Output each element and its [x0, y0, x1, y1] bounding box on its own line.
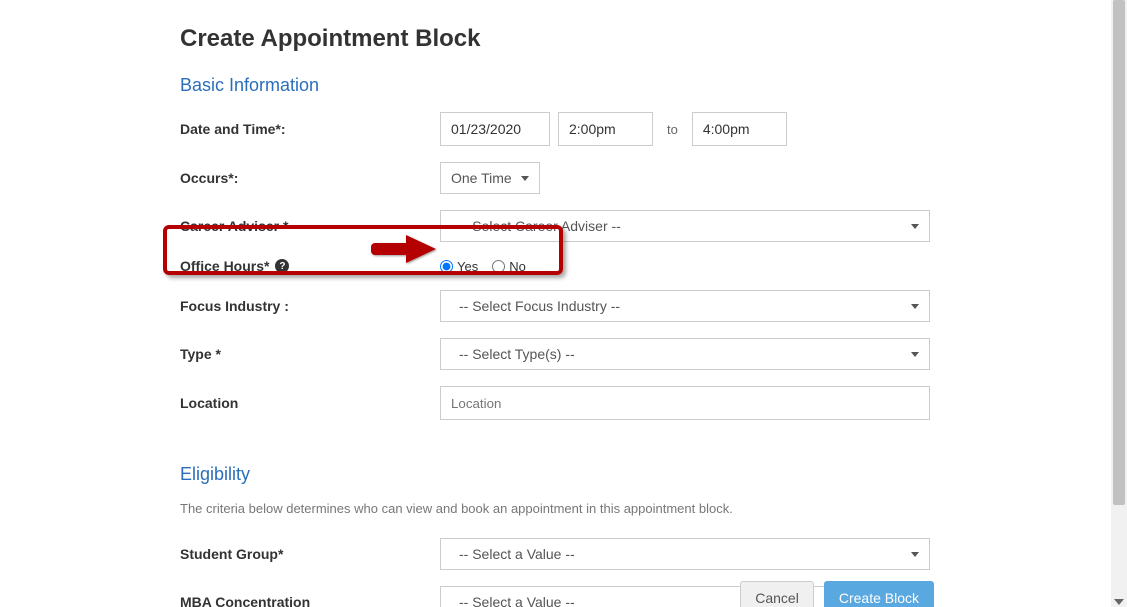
radio-no[interactable]	[492, 260, 505, 273]
scrollbar-arrow-down-icon[interactable]	[1114, 599, 1124, 605]
mba-concentration-placeholder: -- Select a Value --	[451, 594, 575, 607]
row-office-hours: Office Hours* ? Yes No	[180, 258, 950, 274]
footer-buttons: Cancel Create Block	[740, 581, 934, 607]
end-time-input[interactable]	[692, 112, 787, 146]
caret-down-icon	[911, 552, 919, 557]
type-select[interactable]: -- Select Type(s) --	[440, 338, 930, 370]
label-career-adviser: Career Adviser *	[180, 218, 440, 234]
occurs-value: One Time	[451, 170, 512, 186]
focus-industry-placeholder: -- Select Focus Industry --	[451, 298, 620, 314]
scrollbar[interactable]	[1111, 0, 1127, 607]
label-location: Location	[180, 395, 440, 411]
page-title: Create Appointment Block	[180, 25, 950, 53]
caret-down-icon	[911, 352, 919, 357]
row-date-time: Date and Time*: to	[180, 112, 950, 146]
career-adviser-select[interactable]: -- Select Career Adviser --	[440, 210, 930, 242]
label-office-hours-text: Office Hours*	[180, 258, 269, 274]
label-occurs: Occurs*:	[180, 170, 440, 186]
to-label: to	[667, 122, 678, 137]
row-career-adviser: Career Adviser * -- Select Career Advise…	[180, 210, 950, 242]
label-focus-industry: Focus Industry :	[180, 298, 440, 314]
caret-down-icon	[911, 224, 919, 229]
date-input[interactable]	[440, 112, 550, 146]
label-office-hours: Office Hours* ?	[180, 258, 440, 274]
eligibility-description: The criteria below determines who can vi…	[180, 501, 950, 516]
radio-yes[interactable]	[440, 260, 453, 273]
label-date-time: Date and Time*:	[180, 121, 440, 137]
caret-down-icon	[911, 304, 919, 309]
label-type: Type *	[180, 346, 440, 362]
section-heading-basic: Basic Information	[180, 75, 950, 96]
row-student-group: Student Group* -- Select a Value --	[180, 538, 950, 570]
career-adviser-placeholder: -- Select Career Adviser --	[451, 218, 621, 234]
focus-industry-select[interactable]: -- Select Focus Industry --	[440, 290, 930, 322]
occurs-select[interactable]: One Time	[440, 162, 540, 194]
radio-yes-item[interactable]: Yes	[440, 259, 478, 274]
caret-down-icon	[521, 176, 529, 181]
office-hours-radio-group: Yes No	[440, 259, 526, 274]
row-type: Type * -- Select Type(s) --	[180, 338, 950, 370]
row-occurs: Occurs*: One Time	[180, 162, 950, 194]
create-block-button[interactable]: Create Block	[824, 581, 934, 607]
radio-yes-label: Yes	[457, 259, 478, 274]
section-heading-eligibility: Eligibility	[180, 464, 950, 485]
label-mba-concentration: MBA Concentration	[180, 594, 440, 607]
row-focus-industry: Focus Industry : -- Select Focus Industr…	[180, 290, 950, 322]
start-time-input[interactable]	[558, 112, 653, 146]
help-icon[interactable]: ?	[275, 259, 289, 273]
type-placeholder: -- Select Type(s) --	[451, 346, 575, 362]
scrollbar-thumb[interactable]	[1113, 0, 1125, 505]
student-group-select[interactable]: -- Select a Value --	[440, 538, 930, 570]
label-student-group: Student Group*	[180, 546, 440, 562]
student-group-placeholder: -- Select a Value --	[451, 546, 575, 562]
location-input[interactable]	[440, 386, 930, 420]
cancel-button[interactable]: Cancel	[740, 581, 814, 607]
row-location: Location	[180, 386, 950, 420]
radio-no-label: No	[509, 259, 526, 274]
radio-no-item[interactable]: No	[492, 259, 526, 274]
